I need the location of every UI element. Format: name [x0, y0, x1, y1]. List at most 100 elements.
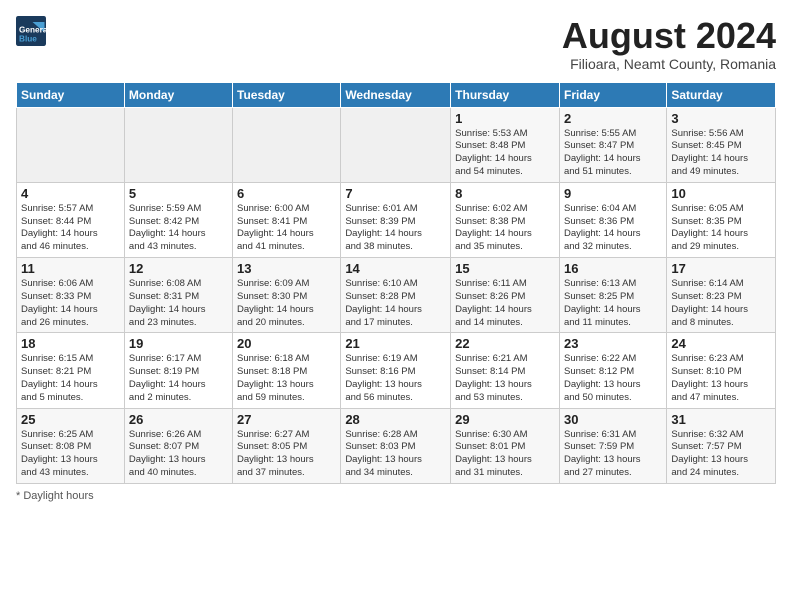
day-number: 31 — [671, 412, 771, 427]
day-info: Sunrise: 6:08 AM Sunset: 8:31 PM Dayligh… — [129, 278, 228, 329]
calendar-cell: 4 Sunrise: 5:57 AM Sunset: 8:44 PM Daylig… — [17, 182, 125, 257]
day-info: Sunrise: 6:28 AM Sunset: 8:03 PM Dayligh… — [345, 429, 446, 480]
day-number: 19 — [129, 336, 228, 351]
calendar-cell: 16 Sunrise: 6:13 AM Sunset: 8:25 PM Dayli… — [559, 258, 666, 333]
day-info: Sunrise: 6:04 AM Sunset: 8:36 PM Dayligh… — [564, 203, 662, 254]
day-number: 2 — [564, 111, 662, 126]
calendar-cell — [233, 107, 341, 182]
day-info: Sunrise: 6:19 AM Sunset: 8:16 PM Dayligh… — [345, 353, 446, 404]
calendar-week-2: 4 Sunrise: 5:57 AM Sunset: 8:44 PM Daylig… — [17, 182, 776, 257]
day-number: 9 — [564, 186, 662, 201]
calendar-cell: 21 Sunrise: 6:19 AM Sunset: 8:16 PM Dayli… — [341, 333, 451, 408]
page: General Blue August 2024 Filioara, Neamt… — [0, 0, 792, 612]
day-number: 4 — [21, 186, 120, 201]
day-info: Sunrise: 6:22 AM Sunset: 8:12 PM Dayligh… — [564, 353, 662, 404]
calendar-week-5: 25Sunrise: 6:25 AM Sunset: 8:08 PM Dayli… — [17, 408, 776, 483]
day-info: Sunrise: 6:30 AM Sunset: 8:01 PM Dayligh… — [455, 429, 555, 480]
footer-note-text: Daylight hours — [23, 490, 93, 502]
calendar-cell: 27 Sunrise: 6:27 AM Sunset: 8:05 PM Dayli… — [233, 408, 341, 483]
col-sunday: Sunday — [17, 82, 125, 107]
calendar-cell: 20 Sunrise: 6:18 AM Sunset: 8:18 PM Dayli… — [233, 333, 341, 408]
day-number: 13 — [237, 261, 336, 276]
day-number: 11 — [21, 261, 120, 276]
day-number: 22 — [455, 336, 555, 351]
calendar-cell: 5 Sunrise: 5:59 AM Sunset: 8:42 PM Daylig… — [124, 182, 232, 257]
header: General Blue August 2024 Filioara, Neamt… — [16, 16, 776, 72]
svg-text:General: General — [19, 26, 46, 35]
day-info: Sunrise: 6:27 AM Sunset: 8:05 PM Dayligh… — [237, 429, 336, 480]
day-number: 30 — [564, 412, 662, 427]
calendar-header-row: Sunday Monday Tuesday Wednesday Thursday… — [17, 82, 776, 107]
calendar-cell: 18Sunrise: 6:15 AM Sunset: 8:21 PM Dayli… — [17, 333, 125, 408]
day-number: 26 — [129, 412, 228, 427]
day-number: 20 — [237, 336, 336, 351]
location: Filioara, Neamt County, Romania — [562, 56, 776, 72]
calendar-cell: 29 Sunrise: 6:30 AM Sunset: 8:01 PM Dayli… — [451, 408, 560, 483]
day-info: Sunrise: 6:32 AM Sunset: 7:57 PM Dayligh… — [671, 429, 771, 480]
day-info: Sunrise: 6:17 AM Sunset: 8:19 PM Dayligh… — [129, 353, 228, 404]
day-info: Sunrise: 6:10 AM Sunset: 8:28 PM Dayligh… — [345, 278, 446, 329]
calendar-table: Sunday Monday Tuesday Wednesday Thursday… — [16, 82, 776, 484]
day-info: Sunrise: 6:00 AM Sunset: 8:41 PM Dayligh… — [237, 203, 336, 254]
calendar-week-3: 11Sunrise: 6:06 AM Sunset: 8:33 PM Dayli… — [17, 258, 776, 333]
calendar-cell: 14 Sunrise: 6:10 AM Sunset: 8:28 PM Dayli… — [341, 258, 451, 333]
calendar-week-1: 1Sunrise: 5:53 AM Sunset: 8:48 PM Daylig… — [17, 107, 776, 182]
day-number: 14 — [345, 261, 446, 276]
day-info: Sunrise: 6:13 AM Sunset: 8:25 PM Dayligh… — [564, 278, 662, 329]
calendar-cell: 9 Sunrise: 6:04 AM Sunset: 8:36 PM Daylig… — [559, 182, 666, 257]
calendar-cell: 11Sunrise: 6:06 AM Sunset: 8:33 PM Dayli… — [17, 258, 125, 333]
day-info: Sunrise: 6:23 AM Sunset: 8:10 PM Dayligh… — [671, 353, 771, 404]
day-info: Sunrise: 6:26 AM Sunset: 8:07 PM Dayligh… — [129, 429, 228, 480]
calendar-cell: 2 Sunrise: 5:55 AM Sunset: 8:47 PM Daylig… — [559, 107, 666, 182]
day-info: Sunrise: 5:56 AM Sunset: 8:45 PM Dayligh… — [671, 128, 771, 179]
day-info: Sunrise: 6:05 AM Sunset: 8:35 PM Dayligh… — [671, 203, 771, 254]
col-tuesday: Tuesday — [233, 82, 341, 107]
col-friday: Friday — [559, 82, 666, 107]
calendar-cell: 13 Sunrise: 6:09 AM Sunset: 8:30 PM Dayli… — [233, 258, 341, 333]
day-info: Sunrise: 5:59 AM Sunset: 8:42 PM Dayligh… — [129, 203, 228, 254]
calendar-cell: 28 Sunrise: 6:28 AM Sunset: 8:03 PM Dayli… — [341, 408, 451, 483]
day-info: Sunrise: 6:31 AM Sunset: 7:59 PM Dayligh… — [564, 429, 662, 480]
day-number: 3 — [671, 111, 771, 126]
day-number: 5 — [129, 186, 228, 201]
calendar-cell: 7 Sunrise: 6:01 AM Sunset: 8:39 PM Daylig… — [341, 182, 451, 257]
day-number: 21 — [345, 336, 446, 351]
day-number: 8 — [455, 186, 555, 201]
day-number: 16 — [564, 261, 662, 276]
col-thursday: Thursday — [451, 82, 560, 107]
day-number: 29 — [455, 412, 555, 427]
day-info: Sunrise: 6:11 AM Sunset: 8:26 PM Dayligh… — [455, 278, 555, 329]
day-info: Sunrise: 5:53 AM Sunset: 8:48 PM Dayligh… — [455, 128, 555, 179]
day-number: 18 — [21, 336, 120, 351]
day-number: 10 — [671, 186, 771, 201]
day-info: Sunrise: 5:57 AM Sunset: 8:44 PM Dayligh… — [21, 203, 120, 254]
calendar-cell: 12Sunrise: 6:08 AM Sunset: 8:31 PM Dayli… — [124, 258, 232, 333]
day-number: 17 — [671, 261, 771, 276]
calendar-cell: 1Sunrise: 5:53 AM Sunset: 8:48 PM Daylig… — [451, 107, 560, 182]
calendar-cell: 10 Sunrise: 6:05 AM Sunset: 8:35 PM Dayli… — [667, 182, 776, 257]
calendar-cell: 3 Sunrise: 5:56 AM Sunset: 8:45 PM Daylig… — [667, 107, 776, 182]
calendar-cell: 25Sunrise: 6:25 AM Sunset: 8:08 PM Dayli… — [17, 408, 125, 483]
calendar-cell: 30 Sunrise: 6:31 AM Sunset: 7:59 PM Dayli… — [559, 408, 666, 483]
day-info: Sunrise: 6:25 AM Sunset: 8:08 PM Dayligh… — [21, 429, 120, 480]
day-number: 6 — [237, 186, 336, 201]
day-info: Sunrise: 6:01 AM Sunset: 8:39 PM Dayligh… — [345, 203, 446, 254]
day-number: 23 — [564, 336, 662, 351]
calendar-cell: 26 Sunrise: 6:26 AM Sunset: 8:07 PM Dayli… — [124, 408, 232, 483]
day-info: Sunrise: 6:18 AM Sunset: 8:18 PM Dayligh… — [237, 353, 336, 404]
day-number: 28 — [345, 412, 446, 427]
day-info: Sunrise: 6:09 AM Sunset: 8:30 PM Dayligh… — [237, 278, 336, 329]
calendar-cell — [17, 107, 125, 182]
calendar-cell: 19 Sunrise: 6:17 AM Sunset: 8:19 PM Dayli… — [124, 333, 232, 408]
month-year: August 2024 — [562, 16, 776, 56]
day-number: 27 — [237, 412, 336, 427]
calendar-cell: 15 Sunrise: 6:11 AM Sunset: 8:26 PM Dayli… — [451, 258, 560, 333]
day-info: Sunrise: 6:02 AM Sunset: 8:38 PM Dayligh… — [455, 203, 555, 254]
day-number: 24 — [671, 336, 771, 351]
day-info: Sunrise: 6:14 AM Sunset: 8:23 PM Dayligh… — [671, 278, 771, 329]
day-number: 15 — [455, 261, 555, 276]
day-info: Sunrise: 5:55 AM Sunset: 8:47 PM Dayligh… — [564, 128, 662, 179]
calendar-cell — [341, 107, 451, 182]
day-number: 7 — [345, 186, 446, 201]
calendar-cell: 8 Sunrise: 6:02 AM Sunset: 8:38 PM Daylig… — [451, 182, 560, 257]
